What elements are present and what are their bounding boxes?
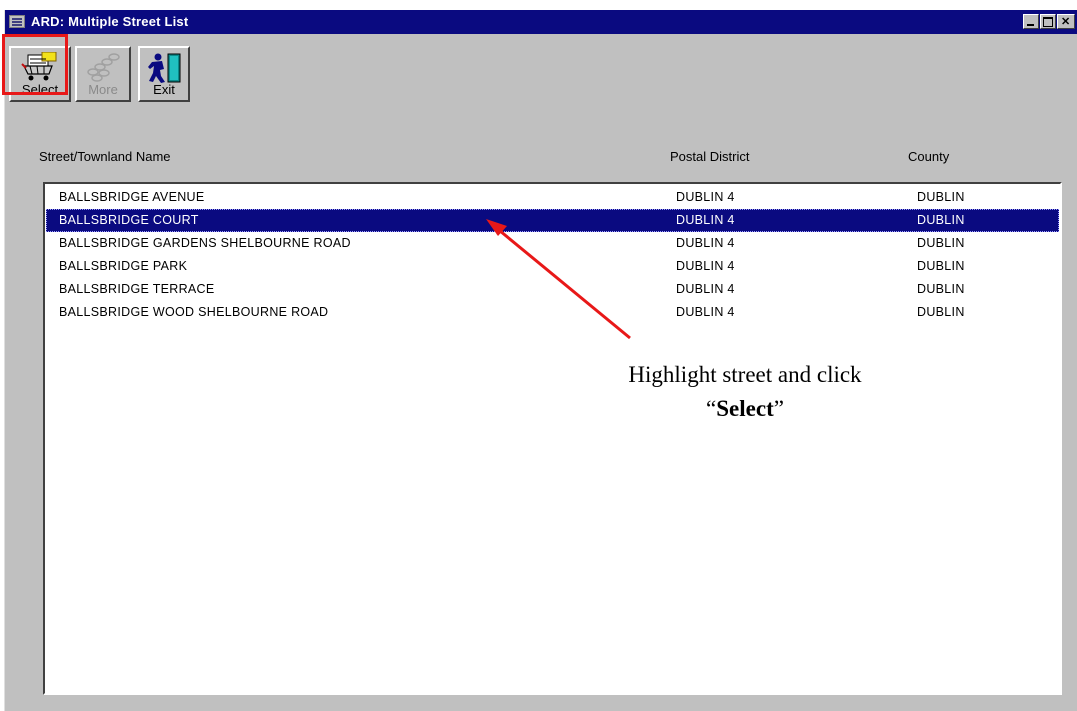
list-item-county: DUBLIN [917, 190, 965, 204]
exit-button[interactable]: Exit [138, 46, 190, 102]
list-item[interactable]: BALLSBRIDGE COURT DUBLIN 4 DUBLIN [46, 209, 1059, 232]
app-icon[interactable] [9, 15, 25, 28]
column-header-street[interactable]: Street/Townland Name [39, 149, 171, 164]
toolbar: Select More Exit [5, 34, 1077, 114]
more-button-label: More [88, 82, 118, 97]
list-item-county: DUBLIN [917, 282, 965, 296]
street-listbox[interactable]: BALLSBRIDGE AVENUE DUBLIN 4 DUBLIN BALLSBRI… [43, 182, 1062, 695]
title-bar[interactable]: ARD: Multiple Street List [5, 10, 1077, 34]
list-item-street: BALLSBRIDGE GARDENS SHELBOURNE ROAD [59, 236, 351, 250]
list-item-county: DUBLIN [917, 236, 965, 250]
list-item-district: DUBLIN 4 [676, 259, 735, 273]
select-button-highlight [2, 34, 68, 95]
list-item-street: BALLSBRIDGE COURT [59, 213, 199, 227]
quote-open: “ [706, 396, 717, 421]
quote-close: ” [773, 396, 784, 421]
street-rows: BALLSBRIDGE AVENUE DUBLIN 4 DUBLIN BALLSBRI… [46, 186, 1059, 324]
list-item-county: DUBLIN [917, 259, 965, 273]
list-item[interactable]: BALLSBRIDGE TERRACE DUBLIN 4 DUBLIN [46, 278, 1059, 301]
list-item-district: DUBLIN 4 [676, 305, 735, 319]
list-item-street: BALLSBRIDGE WOOD SHELBOURNE ROAD [59, 305, 329, 319]
annotation-text: Highlight street and click “Select” [560, 358, 930, 426]
list-item-street: BALLSBRIDGE AVENUE [59, 190, 205, 204]
close-button[interactable] [1057, 14, 1075, 29]
list-item-district: DUBLIN 4 [676, 190, 735, 204]
window-title: ARD: Multiple Street List [31, 14, 189, 29]
minimize-button[interactable] [1023, 14, 1039, 29]
list-item-district: DUBLIN 4 [676, 282, 735, 296]
list-item-district: DUBLIN 4 [676, 213, 735, 227]
list-item-street: BALLSBRIDGE PARK [59, 259, 188, 273]
list-item[interactable]: BALLSBRIDGE GARDENS SHELBOURNE ROAD DUBLI… [46, 232, 1059, 255]
list-item-street: BALLSBRIDGE TERRACE [59, 282, 215, 296]
running-man-door-icon [148, 53, 181, 83]
list-item-district: DUBLIN 4 [676, 236, 735, 250]
list-item-county: DUBLIN [917, 213, 965, 227]
chain-links-icon [87, 53, 120, 82]
annotation-select-word: Select [716, 396, 774, 421]
more-button[interactable]: More [75, 46, 131, 102]
column-header-county[interactable]: County [908, 149, 949, 164]
list-item[interactable]: BALLSBRIDGE AVENUE DUBLIN 4 DUBLIN [46, 186, 1059, 209]
annotation-line2: “Select” [560, 392, 930, 426]
exit-button-label: Exit [153, 82, 175, 97]
maximize-button[interactable] [1040, 14, 1056, 29]
list-item-county: DUBLIN [917, 305, 965, 319]
list-item[interactable]: BALLSBRIDGE WOOD SHELBOURNE ROAD DUBLIN 4… [46, 301, 1059, 324]
column-header-district[interactable]: Postal District [670, 149, 749, 164]
annotation-line1: Highlight street and click [628, 362, 862, 387]
list-item[interactable]: BALLSBRIDGE PARK DUBLIN 4 DUBLIN [46, 255, 1059, 278]
